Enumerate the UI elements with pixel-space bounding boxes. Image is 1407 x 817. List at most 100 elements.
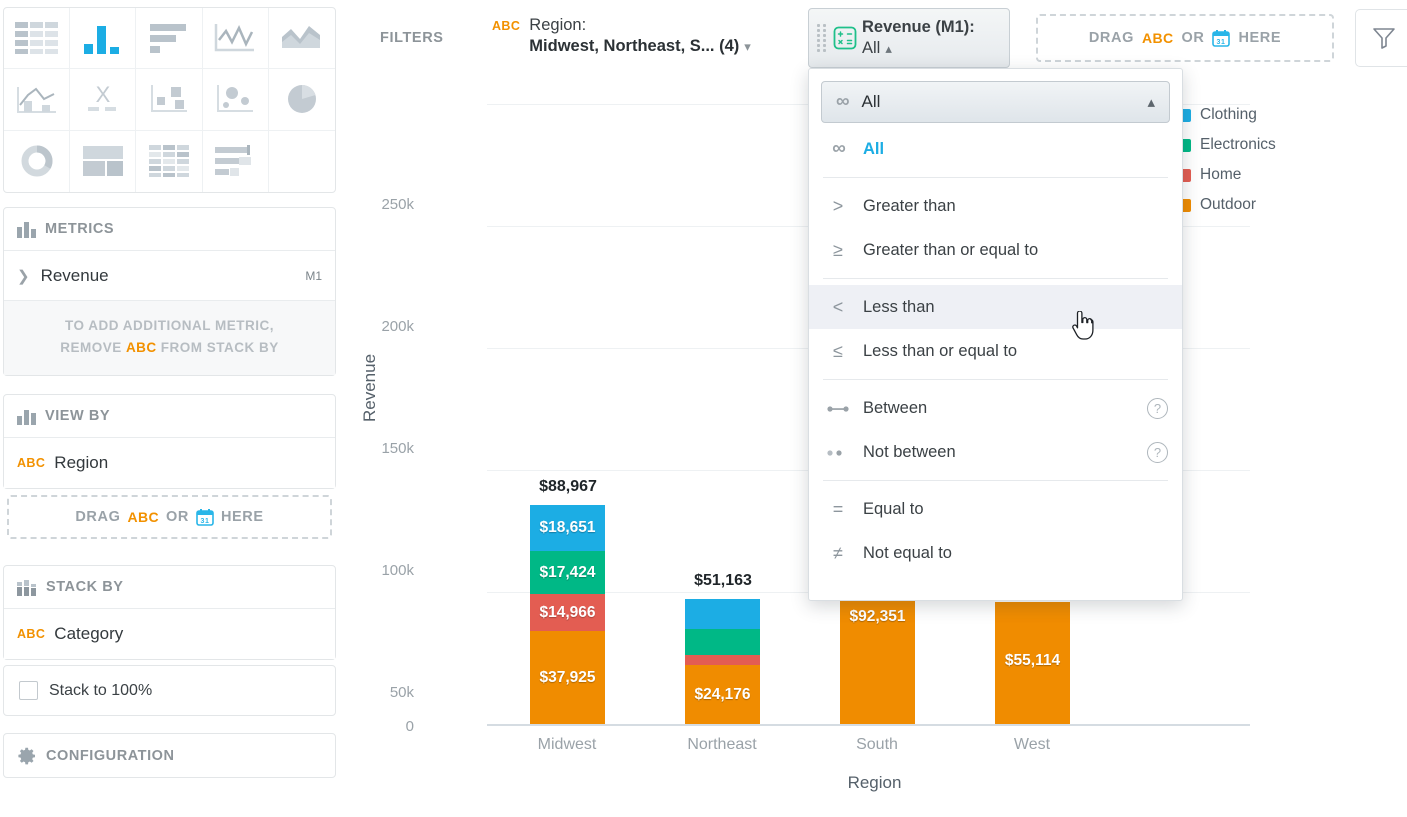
view-by-item-region[interactable]: ABC Region — [4, 438, 335, 488]
operator-dropdown-selected[interactable]: ∞ All ▴ — [821, 81, 1170, 123]
legend-item[interactable]: Home — [1178, 160, 1378, 190]
legend-item[interactable]: Clothing — [1178, 100, 1378, 130]
combo-chart-icon[interactable] — [4, 69, 70, 130]
region-filter-value: Midwest, Northeast, S... (4)▾ — [529, 36, 750, 57]
operator-option-label: Less than — [863, 298, 935, 317]
heat-table-icon[interactable] — [136, 131, 202, 192]
equal-to-icon: = — [827, 499, 849, 520]
operator-option-equal-to[interactable]: = Equal to — [809, 487, 1182, 531]
bar-segment-clothing[interactable]: $18,651 — [530, 505, 605, 551]
bar-segment-home[interactable]: $14,966 — [530, 594, 605, 631]
svg-text:X: X — [95, 82, 110, 107]
legend-item[interactable]: Outdoor — [1178, 190, 1378, 220]
line-chart-icon[interactable] — [203, 8, 269, 69]
infinity-icon: ∞ — [827, 138, 849, 160]
help-icon[interactable]: ? — [1147, 398, 1168, 419]
between-icon — [827, 398, 849, 419]
y-tick-label: 150k — [354, 440, 414, 457]
empty-cell — [269, 131, 335, 192]
bar-group-midwest[interactable]: $88,967 $18,651 $17,424 $14,966 $37,925 — [530, 505, 605, 724]
operator-option-less-than-or-equal[interactable]: ≤ Less than or equal to — [809, 329, 1182, 373]
filters-drop-zone[interactable]: DRAG ABC OR 31 HERE — [1036, 14, 1334, 62]
infinity-icon: ∞ — [836, 91, 848, 113]
legend-label: Outdoor — [1200, 196, 1256, 214]
metric-filter-value: All▴ — [862, 38, 975, 59]
box-plot-icon[interactable] — [136, 69, 202, 130]
drop-zone-here-label: HERE — [1238, 30, 1281, 46]
view-by-drop-zone[interactable]: DRAG ABC OR 31 HERE — [7, 495, 332, 539]
not-equal-to-icon: ≠ — [827, 543, 849, 564]
calendar-icon: 31 — [196, 508, 214, 526]
stacked-bar-icon — [17, 579, 37, 596]
not-between-icon — [827, 442, 849, 463]
metric-filter-chip[interactable]: Revenue (M1): All▴ — [808, 8, 1010, 68]
chevron-up-icon[interactable]: ▴ — [885, 41, 892, 56]
stack-by-item-category[interactable]: ABC Category — [4, 609, 335, 659]
operator-option-greater-than-or-equal[interactable]: ≥ Greater than or equal to — [809, 228, 1182, 272]
less-than-icon: < — [827, 297, 849, 318]
configuration-panel[interactable]: CONFIGURATION — [3, 733, 336, 778]
operator-option-label: Less than or equal to — [863, 342, 1017, 361]
operator-option-between[interactable]: Between ? — [809, 386, 1182, 430]
metrics-hint: TO ADD ADDITIONAL METRIC, REMOVE ABC FRO… — [4, 301, 335, 375]
bar-group-west[interactable]: $55,114 — [995, 602, 1070, 724]
stack-to-100-checkbox[interactable] — [19, 681, 38, 700]
grid-table-icon[interactable] — [4, 8, 70, 69]
divider — [823, 278, 1168, 279]
view-by-panel: VIEW BY ABC Region — [3, 394, 336, 489]
treemap-icon[interactable] — [70, 131, 136, 192]
pie-chart-icon[interactable] — [269, 69, 335, 130]
legend-item[interactable]: Electronics — [1178, 130, 1378, 160]
bar-segment-clothing[interactable] — [685, 599, 760, 629]
operator-option-all[interactable]: ∞ All — [809, 127, 1182, 171]
horizontal-bar-chart-icon[interactable] — [136, 8, 202, 69]
drop-zone-here-label: HERE — [221, 509, 264, 525]
analytics-chart-builder: X — [0, 0, 1407, 817]
abc-tag: ABC — [126, 340, 156, 355]
metric-item-revenue[interactable]: ❯ Revenue M1 — [4, 251, 335, 301]
bar-segment-outdoor[interactable]: $92,351 — [840, 599, 915, 724]
bar-segment-outdoor[interactable]: $37,925 — [530, 631, 605, 724]
bullet-chart-icon[interactable] — [203, 131, 269, 192]
area-chart-icon[interactable] — [269, 8, 335, 69]
configuration-header[interactable]: CONFIGURATION — [4, 734, 335, 777]
chevron-up-icon[interactable]: ▴ — [1147, 93, 1155, 111]
bar-group-northeast[interactable]: $51,163 $24,176 — [685, 599, 760, 724]
stack-by-panel: STACK BY ABC Category — [3, 565, 336, 660]
view-by-item-label: Region — [54, 453, 108, 473]
stack-by-header: STACK BY — [4, 566, 335, 609]
metric-item-label: Revenue — [41, 266, 109, 286]
bar-segment-home[interactable] — [685, 655, 760, 665]
x-axis-title: Region — [342, 773, 1407, 793]
greater-than-or-equal-icon: ≥ — [827, 240, 849, 261]
metrics-header: METRICS — [4, 208, 335, 251]
stack-to-100-panel: Stack to 100% — [3, 665, 336, 716]
help-icon[interactable]: ? — [1147, 442, 1168, 463]
operator-option-less-than[interactable]: < Less than — [809, 285, 1182, 329]
region-filter-chip[interactable]: ABC Region: Midwest, Northeast, S... (4)… — [492, 12, 802, 66]
donut-chart-icon[interactable] — [4, 131, 70, 192]
x-tick-label-west: West — [952, 736, 1112, 754]
visualization-type-picker[interactable]: X — [3, 7, 336, 193]
bar-segment-outdoor[interactable]: $55,114 — [995, 602, 1070, 724]
drag-handle-icon[interactable] — [817, 21, 827, 55]
chevron-right-icon[interactable]: ❯ — [17, 267, 30, 285]
chevron-down-icon[interactable]: ▾ — [744, 39, 751, 54]
operator-option-not-between[interactable]: Not between ? — [809, 430, 1182, 474]
bar-segment-electronics[interactable]: $17,424 — [530, 551, 605, 594]
operator-option-greater-than[interactable]: > Greater than — [809, 184, 1182, 228]
metric-badge: M1 — [305, 269, 322, 283]
stack-to-100-row[interactable]: Stack to 100% — [4, 666, 335, 715]
operator-dropdown-menu[interactable]: ∞ All ▴ ∞ All > Greater than ≥ Greater t… — [808, 68, 1183, 601]
view-by-header: VIEW BY — [4, 395, 335, 438]
vertical-bar-chart-icon[interactable] — [70, 8, 136, 69]
operator-option-not-equal-to[interactable]: ≠ Not equal to — [809, 531, 1182, 575]
operator-option-label: Equal to — [863, 500, 924, 519]
scatter-x-chart-icon[interactable]: X — [70, 69, 136, 130]
filter-panel-toggle-button[interactable] — [1355, 9, 1407, 67]
bar-segment-electronics[interactable] — [685, 629, 760, 655]
bubble-chart-icon[interactable] — [203, 69, 269, 130]
chart-legend: Clothing Electronics Home Outdoor — [1178, 100, 1378, 220]
bar-segment-outdoor[interactable]: $24,176 — [685, 665, 760, 724]
bar-group-south[interactable]: $92,351 — [840, 599, 915, 724]
